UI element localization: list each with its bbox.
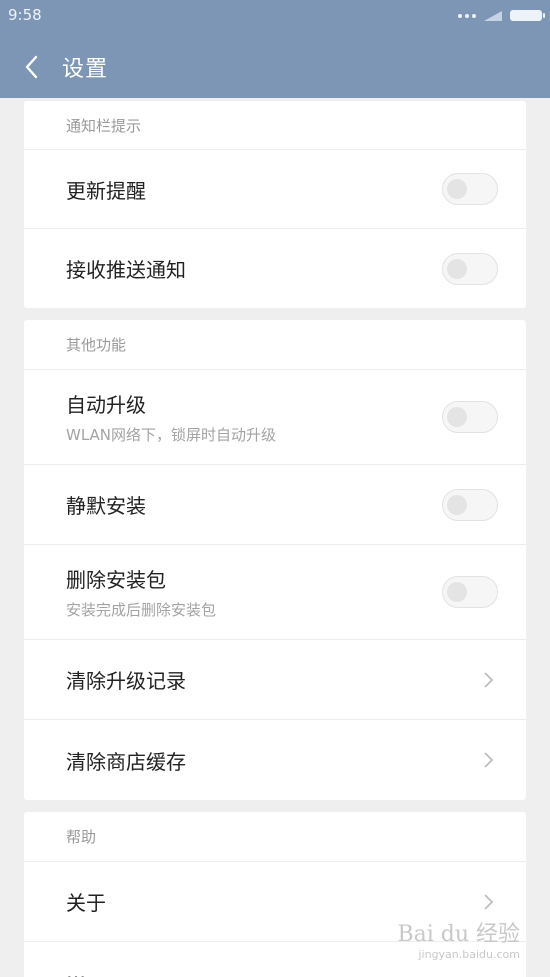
chevron-right-icon	[484, 671, 494, 688]
row-subtitle: WLAN网络下，锁屏时自动升级	[66, 426, 277, 444]
watermark-sub: jingyan.baidu.com	[418, 948, 520, 961]
section-title: 其他功能	[24, 320, 526, 370]
delete-package-toggle[interactable]	[442, 576, 498, 608]
setting-row-silent-install[interactable]: 静默安装	[24, 465, 526, 545]
status-time: 9:58	[8, 6, 42, 24]
row-label: 清除升级记录	[66, 669, 186, 693]
section-title: 通知栏提示	[24, 101, 526, 150]
row-label: 接收推送通知	[66, 258, 186, 282]
back-icon[interactable]	[14, 45, 58, 89]
section-notification: 通知栏提示 更新提醒 接收推送通知	[24, 101, 526, 308]
page-title: 设置	[62, 57, 109, 82]
row-label: 静默安装	[66, 494, 146, 518]
row-label: 自动升级	[66, 393, 146, 417]
section-other: 其他功能 自动升级 WLAN网络下，锁屏时自动升级 静默安装 删除安装包 安装完…	[24, 320, 526, 800]
update-reminder-toggle[interactable]	[442, 173, 498, 205]
push-notification-toggle[interactable]	[442, 252, 498, 285]
setting-row-clear-store-cache[interactable]: 清除商店缓存	[24, 720, 526, 800]
row-label: 关于	[66, 891, 106, 915]
chevron-right-icon	[484, 752, 494, 768]
battery-icon	[510, 10, 545, 21]
settings-list: 通知栏提示 更新提醒 接收推送通知 其他功能 自动升级 WLAN网络下，锁屏时自…	[0, 98, 550, 977]
row-label: 清除商店缓存	[66, 749, 186, 774]
signal-icon	[484, 10, 502, 21]
more-dots-icon	[458, 13, 476, 18]
row-label: 删除安装包	[66, 568, 166, 592]
setting-row-clear-upgrade-records[interactable]: 清除升级记录	[24, 640, 526, 720]
row-label: 更新提醒	[66, 178, 146, 203]
row-label: …	[66, 960, 86, 977]
section-title: 帮助	[24, 812, 526, 862]
status-icons	[458, 10, 545, 21]
setting-row-update-reminder[interactable]: 更新提醒	[24, 150, 526, 229]
watermark-main: Bai du 经验	[397, 922, 520, 947]
silent-install-toggle[interactable]	[442, 488, 498, 521]
nav-bar: 设置	[0, 40, 550, 94]
chevron-right-icon	[484, 893, 494, 910]
setting-row-push-notification[interactable]: 接收推送通知	[24, 229, 526, 308]
watermark: Bai du 经验 jingyan.baidu.com	[397, 916, 520, 961]
title-bar: 9:58 设置	[0, 0, 550, 98]
row-subtitle: 安装完成后删除安装包	[66, 601, 217, 619]
auto-upgrade-toggle[interactable]	[442, 401, 498, 433]
setting-row-auto-upgrade[interactable]: 自动升级 WLAN网络下，锁屏时自动升级	[24, 370, 526, 465]
setting-row-delete-package[interactable]: 删除安装包 安装完成后删除安装包	[24, 545, 526, 640]
